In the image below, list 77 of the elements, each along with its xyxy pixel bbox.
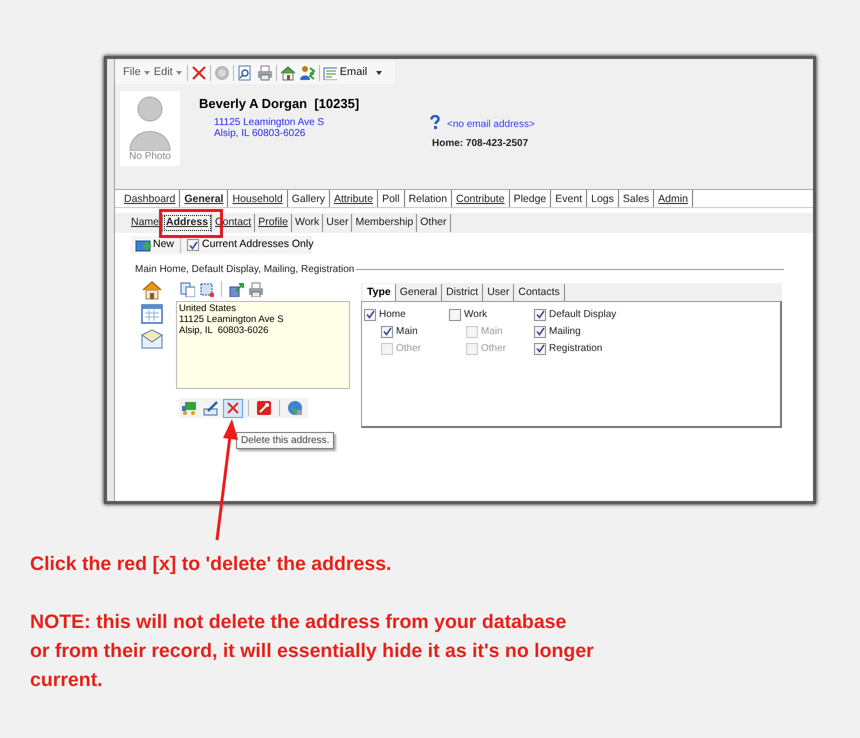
address-line[interactable]: 11125 Leamington Ave S (214, 117, 324, 128)
sub-tab[interactable]: User (323, 214, 352, 232)
sub-tab[interactable]: Address (163, 214, 212, 232)
tab[interactable]: Logs (587, 190, 619, 207)
envelope-icon[interactable] (141, 329, 163, 350)
address-text-line: 11125 Leamington Ave S (179, 314, 285, 325)
note-text: NOTE: this will not delete the address from your database or from their record, it will essentially hide it as it's no longer current. (30, 610, 594, 693)
checkbox-label: Current Addresses Only (202, 237, 314, 252)
menu-button[interactable]: File (121, 64, 152, 81)
house-icon (280, 64, 296, 80)
checkbox[interactable] (534, 326, 546, 338)
tab[interactable]: Household (228, 190, 288, 207)
tab[interactable]: Sales (618, 190, 654, 207)
checkbox[interactable] (449, 308, 461, 320)
tab[interactable]: Contribute (452, 190, 510, 207)
tab[interactable]: Admin (654, 190, 693, 207)
sub-tab[interactable]: Profile (255, 214, 292, 232)
address-text-line: Alsip, IL 60803-6026 (179, 325, 270, 336)
caret-icon (144, 70, 150, 74)
checkbox[interactable] (187, 239, 200, 251)
magnifier-icon (236, 64, 253, 80)
checkbox-label: Other (481, 342, 506, 356)
add-icon (135, 238, 151, 252)
people-icon (300, 64, 316, 80)
tab[interactable]: Poll (378, 190, 405, 207)
checkbox-label: Home (379, 308, 406, 322)
tab[interactable]: Gallery (288, 190, 330, 207)
checkbox-label: Main (396, 325, 418, 339)
tab[interactable]: Pledge (510, 190, 552, 207)
address-box[interactable]: United States 11125 Leamington Ave S Alsip, IL 60803-6026 (176, 301, 350, 389)
pencil-button[interactable] (201, 398, 221, 418)
checkbox-label: Work (464, 308, 488, 322)
email-icon (322, 66, 337, 80)
printer-icon (256, 64, 273, 80)
email-button[interactable]: Email (322, 64, 382, 81)
sub-tab[interactable]: Other (417, 214, 451, 232)
checkbox[interactable] (381, 326, 393, 338)
export-icon (229, 282, 244, 296)
checkbox-label: Registration (549, 342, 602, 356)
globe-button[interactable] (285, 398, 305, 418)
caret-icon (176, 70, 182, 74)
caret-icon (376, 70, 382, 74)
close-icon (190, 64, 207, 80)
tab[interactable]: Relation (404, 190, 452, 207)
tab[interactable]: Type (363, 284, 396, 301)
delete-button[interactable] (223, 398, 243, 418)
select-icon (199, 282, 214, 296)
address-text-line: United States (179, 303, 238, 314)
calendar-icon[interactable] (141, 304, 163, 325)
new-button[interactable]: New (135, 237, 174, 253)
tab[interactable]: Dashboard (120, 190, 180, 207)
checkbox[interactable] (364, 308, 376, 320)
wrench-button[interactable] (254, 398, 274, 418)
instruction-text: Click the red [x] to 'delete' the address. (30, 552, 392, 577)
checkbox-label: Main (481, 325, 503, 339)
phone-number: Home: 708-423-2507 (432, 137, 528, 151)
printer-icon (248, 282, 263, 296)
checkbox[interactable] (534, 308, 546, 320)
tab[interactable]: Event (551, 190, 588, 207)
tab[interactable]: Attribute (330, 190, 378, 207)
address-line[interactable]: Alsip, IL 60803-6026 (214, 128, 324, 139)
checkbox-label: Default Display (549, 308, 616, 322)
tab[interactable]: General (180, 190, 228, 207)
person-silhouette-icon (128, 95, 172, 151)
checkbox[interactable] (534, 342, 546, 354)
sub-tab[interactable]: Membership (352, 214, 418, 232)
contact-name: Beverly A Dorgan [10235] (199, 95, 360, 113)
menu-button[interactable]: Edit (152, 64, 184, 81)
copy-icon (180, 282, 195, 296)
house-icon[interactable] (141, 279, 163, 300)
group-label: Main Home, Default Display, Mailing, Registration (135, 263, 354, 277)
sub-tab[interactable]: Work (292, 214, 324, 232)
tooltip: Delete this address. (236, 432, 334, 449)
photo-caption: No Photo (129, 151, 171, 163)
checkbox-label: Mailing (549, 325, 581, 339)
email-link[interactable]: <no email address> (447, 117, 535, 132)
checkbox-label: Other (396, 342, 422, 356)
